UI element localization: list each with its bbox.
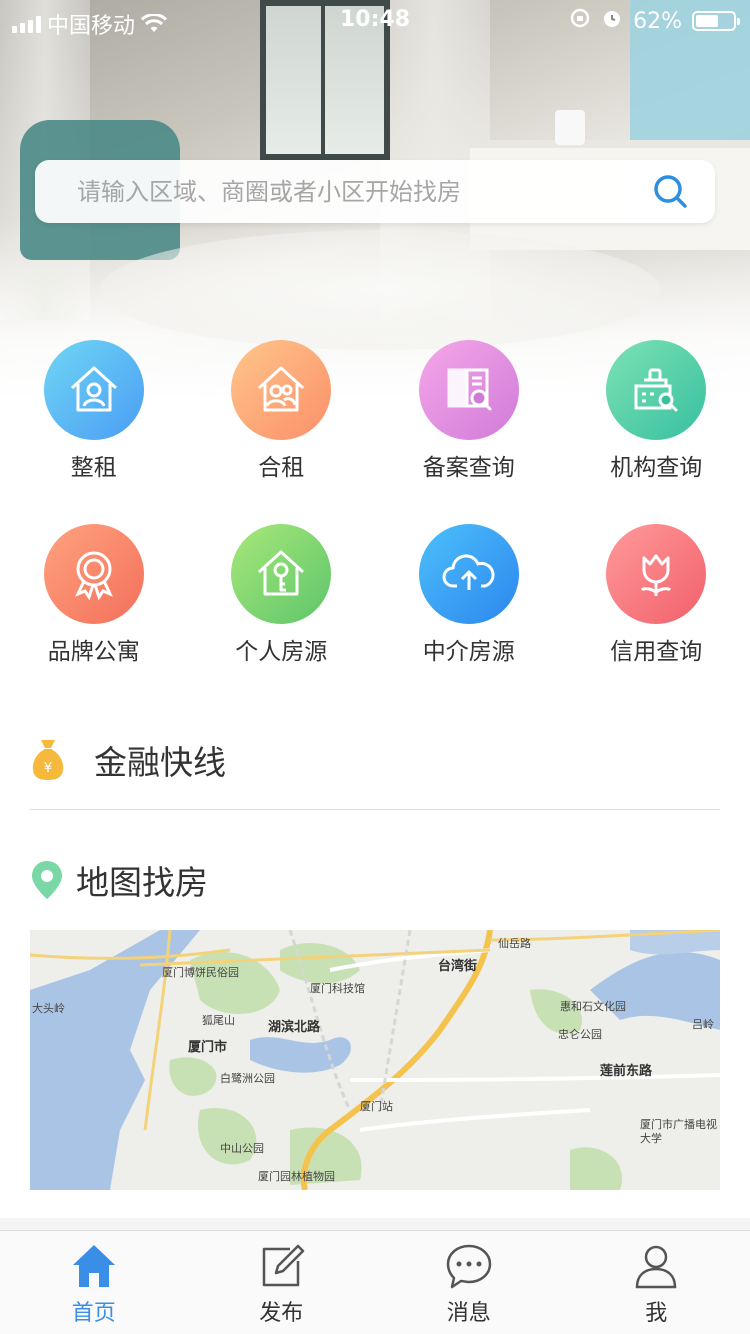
map-label: 厦门博饼民俗园	[162, 966, 239, 979]
category-label: 机构查询	[610, 455, 703, 481]
category-label: 信用查询	[610, 639, 703, 665]
battery-icon	[692, 11, 740, 31]
category-label: 整租	[70, 455, 117, 481]
tulip-icon	[641, 554, 672, 596]
tab-label: 消息	[446, 1301, 491, 1326]
category-circle	[231, 340, 332, 440]
map-view[interactable]: 厦门博饼民俗园 厦门科技馆 台湾街 仙岳路 大头岭 狐尾山 湖滨北路 惠和石文化…	[30, 930, 720, 1190]
category-circle	[418, 524, 519, 624]
map-section-title: 地图找房	[76, 863, 208, 902]
category-grid: 整租 合租 备案查询 机构查询 品牌公寓 个人房源 中介房源 信用查询	[0, 340, 750, 708]
category-label: 备案查询	[422, 455, 515, 481]
tab-bar: 首页 发布 消息 我	[0, 1230, 750, 1334]
finance-section[interactable]: ¥ 金融快线	[30, 710, 720, 810]
map-label: 狐尾山	[202, 1014, 235, 1027]
search-icon	[654, 174, 687, 208]
category-circle	[606, 340, 707, 440]
category-label: 合租	[258, 455, 305, 481]
map-label: 惠和石文化园	[560, 1000, 626, 1013]
map-label: 厦门科技馆	[310, 982, 365, 995]
svg-text:¥: ¥	[44, 761, 52, 776]
map-label: 厦门站	[360, 1100, 393, 1113]
cloud-upload-icon	[442, 554, 495, 590]
category-circle	[418, 340, 519, 440]
map-label: 仙岳路	[498, 937, 531, 950]
chat-bubble-icon	[446, 1244, 491, 1289]
map-label: 湖滨北路	[268, 1020, 321, 1035]
badge-icon	[74, 551, 113, 601]
alarm-icon	[601, 7, 623, 35]
house-person-icon	[70, 366, 117, 412]
category-label: 中介房源	[422, 639, 515, 665]
map-label: 大头岭	[32, 1002, 65, 1015]
money-bag-icon: ¥	[32, 739, 64, 780]
category-circle	[43, 340, 144, 440]
category-circle	[43, 524, 144, 624]
category-circle	[231, 524, 332, 624]
search-input[interactable]	[35, 160, 627, 223]
lamp	[555, 110, 585, 145]
user-icon	[635, 1245, 677, 1289]
map-label: 白鹭洲公园	[220, 1072, 275, 1085]
location-pin-icon	[32, 861, 62, 899]
category-record-search[interactable]: 备案查询	[375, 340, 563, 524]
rug	[100, 230, 660, 350]
rotation-lock-icon	[569, 7, 591, 35]
tab-messages[interactable]: 消息	[375, 1231, 563, 1334]
house-people-icon	[258, 366, 305, 412]
finance-title: 金融快线	[94, 742, 226, 782]
map-label: 厦门市广播电视大学	[640, 1118, 717, 1145]
tab-label: 首页	[71, 1301, 116, 1326]
map-section-header: 地图找房	[30, 840, 720, 920]
battery-percent: 62%	[633, 8, 682, 34]
building-search-icon	[634, 368, 678, 412]
category-zhengzu[interactable]: 整租	[0, 340, 188, 524]
category-label: 个人房源	[235, 639, 328, 665]
map-label: 厦门市	[188, 1040, 228, 1055]
record-search-icon	[447, 368, 492, 411]
tab-label: 我	[645, 1301, 668, 1326]
category-circle	[606, 524, 707, 624]
status-bar: 中国移动 10:48 62%	[0, 0, 750, 40]
category-hezu[interactable]: 合租	[188, 340, 376, 524]
map-label: 吕岭	[692, 1018, 714, 1031]
category-personal-listing[interactable]: 个人房源	[188, 524, 376, 708]
tab-me[interactable]: 我	[563, 1231, 750, 1334]
map-label: 忠仑公园	[558, 1028, 602, 1041]
map-label: 中山公园	[220, 1142, 264, 1155]
tab-home[interactable]: 首页	[0, 1231, 188, 1334]
battery-level	[696, 15, 718, 27]
category-credit-search[interactable]: 信用查询	[563, 524, 750, 708]
edit-icon	[263, 1244, 305, 1287]
search-bar	[35, 160, 715, 223]
section-divider	[0, 1218, 750, 1230]
tab-publish[interactable]: 发布	[188, 1231, 376, 1334]
tab-label: 发布	[259, 1301, 304, 1326]
map-label: 台湾街	[438, 959, 478, 974]
category-agency-search[interactable]: 机构查询	[563, 340, 750, 524]
category-brand-apartment[interactable]: 品牌公寓	[0, 524, 188, 708]
home-icon	[72, 1245, 115, 1287]
category-agency-listing[interactable]: 中介房源	[375, 524, 563, 708]
map-label: 厦门园林植物园	[258, 1170, 335, 1183]
search-button[interactable]	[627, 160, 715, 223]
map-label: 莲前东路	[600, 1064, 653, 1079]
category-label: 品牌公寓	[47, 639, 140, 665]
house-key-icon	[258, 550, 305, 596]
